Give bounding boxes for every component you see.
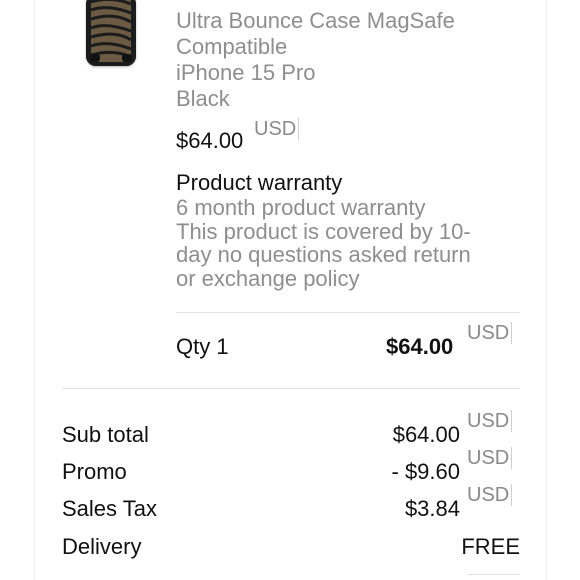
delivery-label: Delivery	[62, 534, 142, 559]
summary-row-subtotal: Sub total $64.00 USD	[62, 410, 520, 447]
phone-case-icon	[86, 0, 136, 66]
product-thumbnail[interactable]	[86, 0, 136, 66]
warranty-line: This product is covered by 10-	[176, 218, 471, 244]
delivery-value: FREE	[461, 534, 520, 559]
card-border-left	[34, 0, 35, 580]
summary-row-promo: Promo - $9.60 USD	[62, 447, 520, 484]
divider	[176, 312, 520, 313]
sales-tax-label: Sales Tax	[62, 496, 157, 521]
sales-tax-value: $3.84	[404, 496, 460, 521]
product-title-line: Black	[176, 86, 230, 111]
product-title-line: Ultra Bounce Case MagSafe	[176, 8, 455, 33]
currency-label: USD	[467, 410, 513, 432]
warranty-description: 6 month product warranty This product is…	[176, 196, 516, 290]
product-title[interactable]: Ultra Bounce Case MagSafe Compatible iPh…	[176, 8, 516, 112]
currency-label: USD	[467, 484, 513, 506]
promo-value: - $9.60	[391, 459, 461, 484]
currency-label: USD	[254, 118, 300, 140]
product-price: $64.00	[176, 128, 244, 153]
subtotal-value: $64.00	[392, 422, 460, 447]
warranty-line: day no questions asked return	[176, 242, 471, 267]
warranty-line: or exchange policy	[176, 265, 360, 291]
summary-row-delivery: Delivery FREE	[62, 522, 520, 559]
currency-label: USD	[467, 447, 513, 469]
subtotal-label: Sub total	[62, 422, 149, 447]
product-title-line: Compatible	[176, 34, 288, 59]
warranty-title: Product warranty	[176, 170, 343, 195]
divider	[467, 574, 520, 575]
promo-label: Promo	[62, 459, 127, 484]
line-total: $64.00	[386, 334, 454, 359]
quantity-label[interactable]: Qty 1	[176, 334, 229, 360]
product-title-line: iPhone 15 Pro	[176, 60, 316, 85]
divider	[62, 388, 520, 389]
card-border-right	[546, 0, 547, 580]
currency-label: USD	[467, 322, 513, 344]
warranty-line: 6 month product warranty	[176, 195, 426, 220]
summary-row-sales-tax: Sales Tax $3.84 USD	[62, 484, 520, 521]
